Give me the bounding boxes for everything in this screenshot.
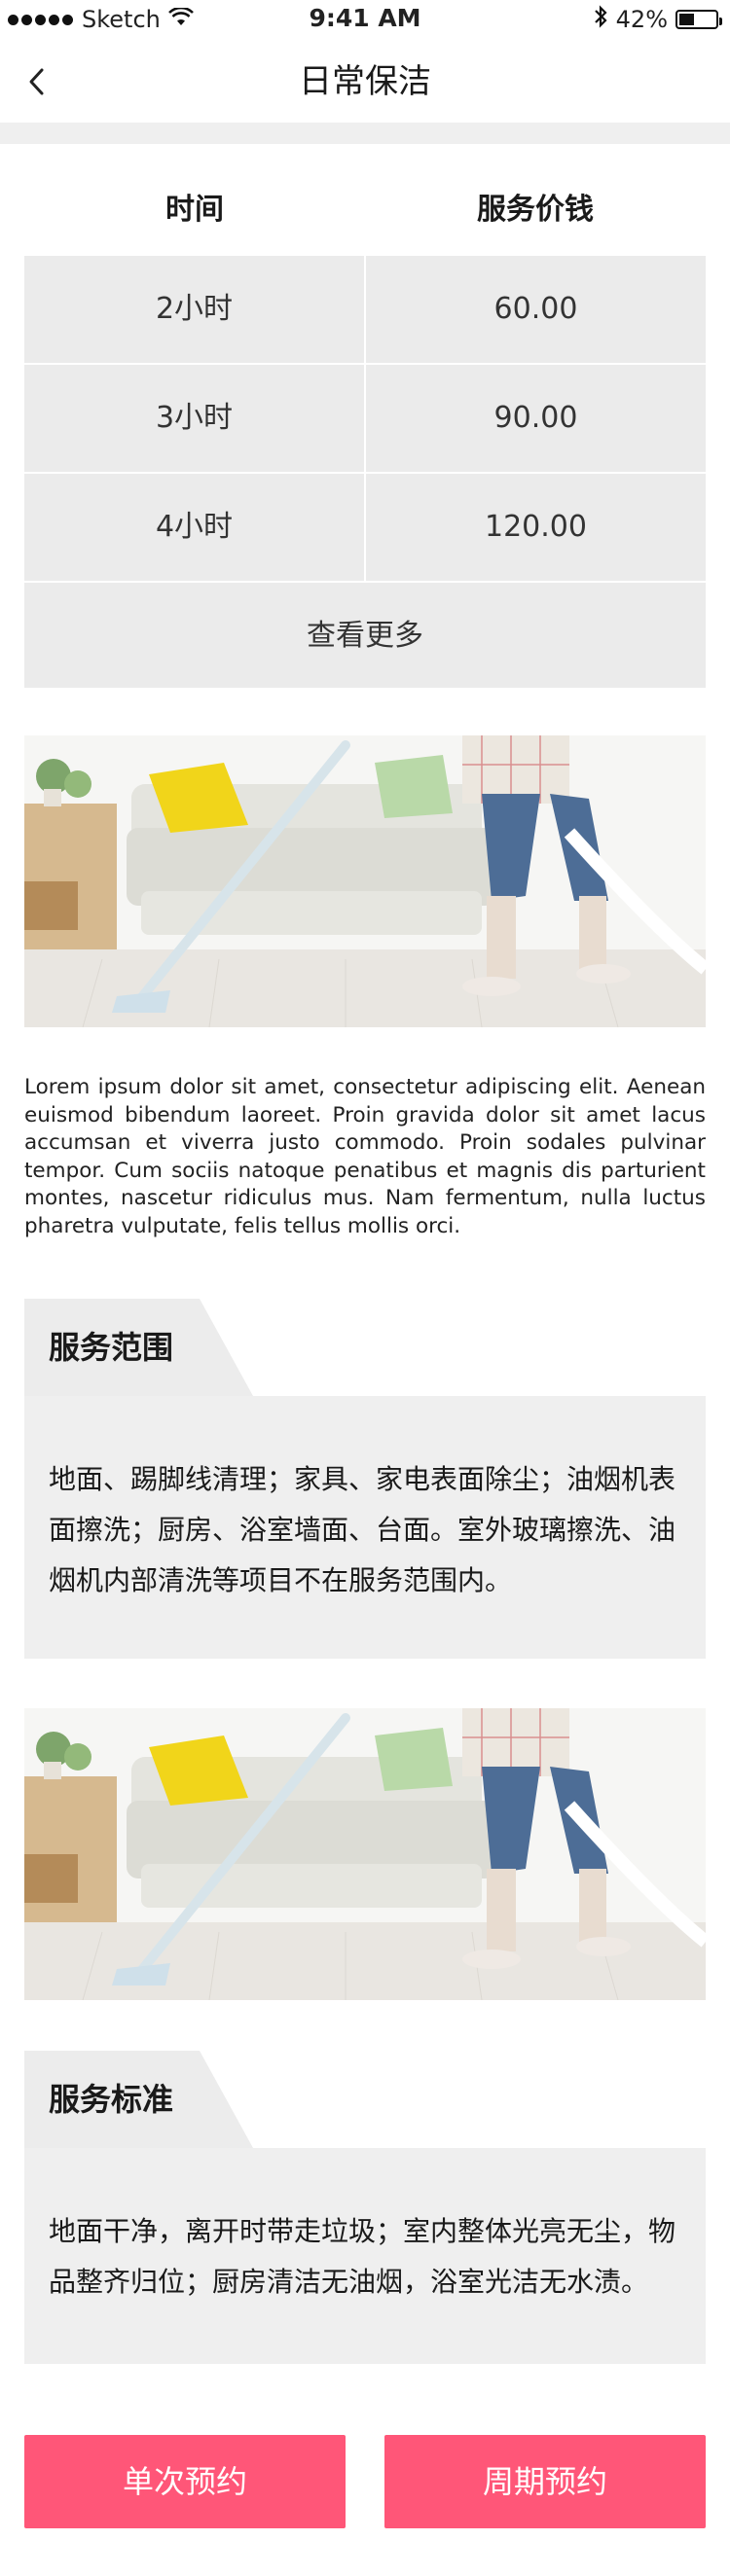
service-standard-title: 服务标准	[49, 2081, 174, 2118]
battery-percent: 42%	[615, 6, 668, 33]
periodic-booking-button[interactable]: 周期预约	[384, 2435, 706, 2528]
table-cell-price: 90.00	[366, 365, 706, 472]
table-cell-time: 3小时	[24, 365, 364, 472]
table-cell-price: 120.00	[366, 474, 706, 581]
bluetooth-icon	[593, 5, 608, 34]
status-bar: Sketch 9:41 AM 42%	[0, 0, 730, 39]
table-divider	[24, 581, 706, 583]
service-standard-line: 品整齐归位；厨房清洁无油烟，浴室光洁无水渍。	[49, 2266, 649, 2298]
table-header-price: 服务价钱	[477, 193, 594, 227]
service-scope-line: 地面、踢脚线清理；家具、家电表面除尘；油烟机表	[49, 1463, 676, 1495]
cleaning-photo	[24, 1708, 706, 2000]
battery-icon	[675, 10, 722, 29]
service-standard-text: 地面干净，离开时带走垃圾；室内整体光亮无尘，物 品整齐归位；厨房清洁无油烟，浴室…	[49, 2206, 681, 2308]
section-divider	[0, 123, 730, 144]
service-scope-title: 服务范围	[49, 1329, 174, 1366]
intro-paragraph: Lorem ipsum dolor sit amet, consectetur …	[24, 1075, 706, 1238]
single-booking-button[interactable]: 单次预约	[24, 2435, 346, 2528]
cleaning-photo	[24, 735, 706, 1027]
table-cell-time: 2小时	[24, 256, 364, 363]
table-column-divider	[364, 256, 366, 581]
service-scope-text: 地面、踢脚线清理；家具、家电表面除尘；油烟机表 面擦洗；厨房、浴室墙面、台面。室…	[49, 1454, 681, 1606]
page-title: 日常保洁	[299, 62, 431, 101]
service-scope-line: 烟机内部清洗等项目不在服务范围内。	[49, 1564, 513, 1596]
view-more-button[interactable]: 查看更多	[24, 584, 706, 688]
status-right: 42%	[593, 4, 722, 35]
service-standard-line: 地面干净，离开时带走垃圾；室内整体光亮无尘，物	[49, 2215, 676, 2247]
table-cell-time: 4小时	[24, 474, 364, 581]
table-cell-price: 60.00	[366, 256, 706, 363]
service-scope-line: 面擦洗；厨房、浴室墙面、台面。室外玻璃擦洗、油	[49, 1514, 676, 1546]
table-header-time: 时间	[165, 193, 224, 227]
